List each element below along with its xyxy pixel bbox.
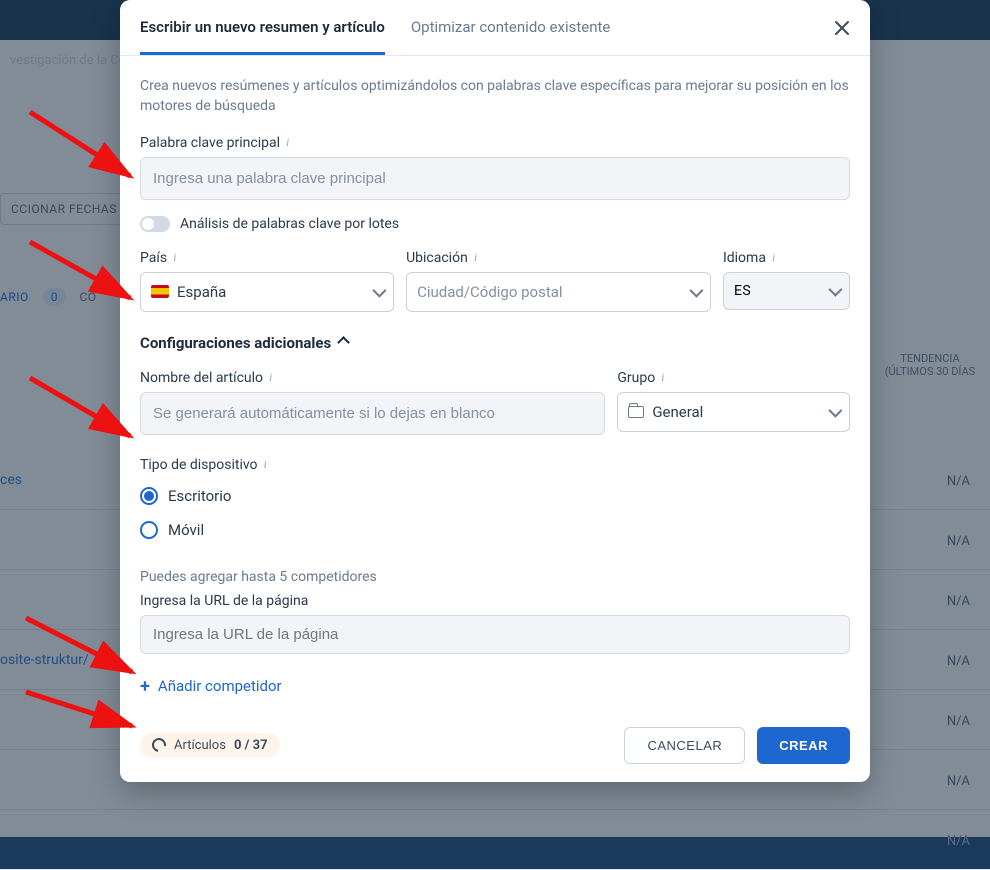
chevron-down-icon [372, 283, 386, 297]
tab-new-article[interactable]: Escribir un nuevo resumen y artículo [140, 0, 385, 55]
folder-icon [628, 406, 644, 418]
keyword-input[interactable] [140, 157, 850, 200]
device-type-label: Tipo de dispositivo [140, 457, 258, 473]
additional-settings-toggle[interactable]: Configuraciones adicionales [140, 334, 850, 352]
add-competitor-button[interactable]: + Añadir competidor [140, 676, 850, 697]
device-mobile-radio[interactable]: Móvil [140, 513, 850, 547]
location-label: Ubicación [406, 250, 468, 266]
batch-analysis-toggle[interactable] [140, 216, 170, 232]
chevron-down-icon [689, 283, 703, 297]
info-country-icon[interactable]: i [173, 250, 176, 265]
modal-tabs: Escribir un nuevo resumen y artículo Opt… [120, 0, 870, 56]
info-location-icon[interactable]: i [474, 250, 477, 265]
info-language-icon[interactable]: i [772, 250, 775, 265]
group-label: Grupo [617, 370, 655, 386]
language-select[interactable]: ES [723, 272, 850, 310]
competitor-url-input[interactable] [140, 615, 850, 654]
keyword-label: Palabra clave principal [140, 135, 280, 151]
create-article-modal: Escribir un nuevo resumen y artículo Opt… [120, 0, 870, 782]
gauge-icon [149, 735, 168, 754]
batch-analysis-label: Análisis de palabras clave por lotes [180, 216, 399, 232]
cancel-button[interactable]: CANCELAR [624, 727, 745, 764]
article-name-input[interactable] [140, 392, 605, 435]
chevron-up-icon [337, 336, 350, 349]
close-icon [834, 20, 850, 36]
language-label: Idioma [723, 250, 766, 266]
location-select[interactable]: Ciudad/Código postal [406, 272, 711, 312]
articles-count-badge: Artículos 0 / 37 [140, 733, 280, 758]
plus-icon: + [140, 676, 150, 697]
chevron-down-icon [828, 282, 842, 296]
close-modal-button[interactable] [828, 14, 856, 42]
modal-description: Crea nuevos resúmenes y artículos optimi… [140, 76, 850, 117]
article-name-label: Nombre del artículo [140, 370, 263, 386]
create-button[interactable]: CREAR [757, 727, 850, 764]
info-article-name-icon[interactable]: i [269, 370, 272, 385]
chevron-down-icon [828, 403, 842, 417]
competitor-url-label: Ingresa la URL de la página [140, 593, 308, 609]
flag-spain-icon [151, 285, 169, 298]
country-label: País [140, 250, 167, 266]
tab-optimize-existing[interactable]: Optimizar contenido existente [411, 0, 611, 55]
info-device-icon[interactable]: i [264, 457, 267, 472]
info-group-icon[interactable]: i [661, 370, 664, 385]
competitors-hint: Puedes agregar hasta 5 competidores [140, 569, 850, 585]
group-select[interactable]: General [617, 392, 850, 432]
country-select[interactable]: España [140, 272, 394, 312]
device-desktop-radio[interactable]: Escritorio [140, 479, 850, 513]
info-keyword-icon[interactable]: i [286, 135, 289, 150]
